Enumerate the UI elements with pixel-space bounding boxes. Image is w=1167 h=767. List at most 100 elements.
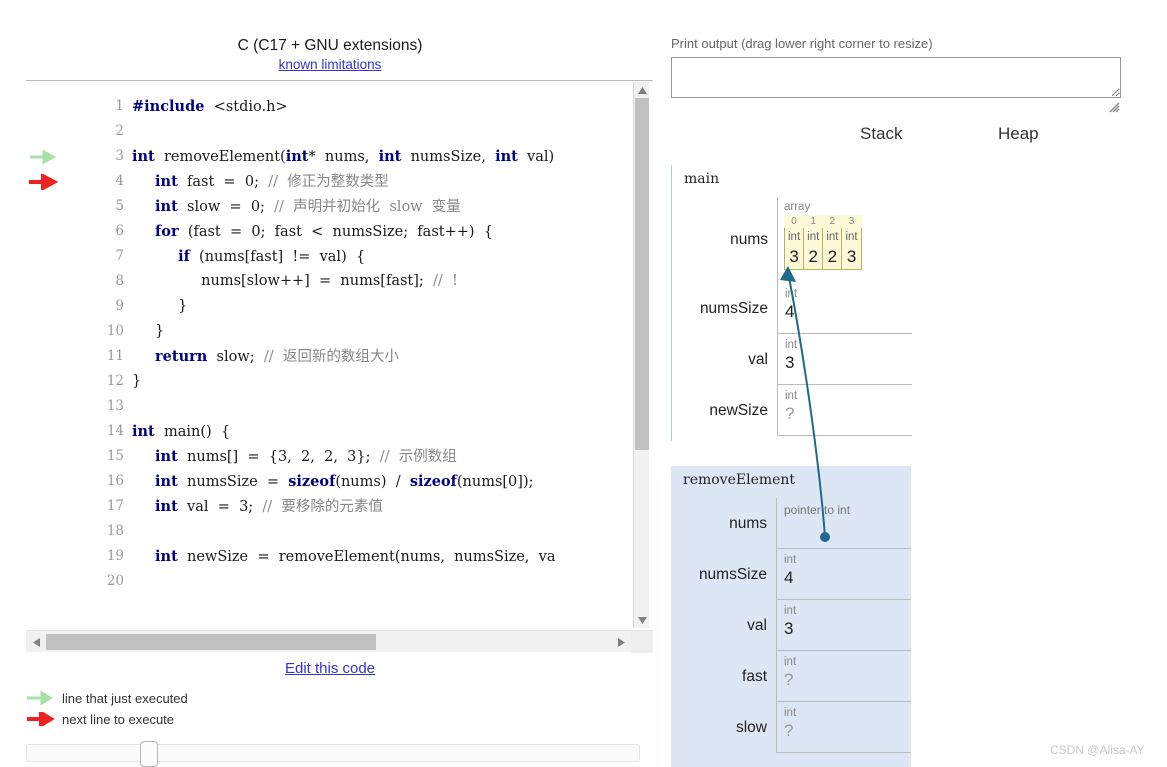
variable-value-numsSize: int 4	[777, 283, 912, 334]
frame-title-main: main	[684, 171, 720, 187]
scroll-down-icon[interactable]	[634, 612, 650, 628]
array-type-cell: int	[841, 228, 862, 245]
code-line[interactable]: 9 }	[66, 294, 633, 319]
code-text: int numsSize = sizeof(nums) / sizeof(num…	[155, 473, 534, 490]
code-line[interactable]: 13	[66, 394, 633, 419]
code-line[interactable]: 15 int nums[] = {3, 2, 2, 3}; // 示例数组	[66, 444, 633, 469]
line-number: 18	[106, 523, 124, 539]
stack-column-label: Stack	[860, 124, 903, 143]
line-number: 10	[106, 323, 124, 339]
code-lines: 1 #include <stdio.h> 2 3 int removeElement(i…	[26, 82, 633, 594]
array-type-cell: int	[783, 228, 805, 245]
value-data: 4	[784, 568, 794, 587]
legend-label-just-executed: line that just executed	[62, 690, 188, 706]
code-line[interactable]: 6 for (fast = 0; fast < numsSize; fast++…	[66, 219, 633, 244]
value-type: int	[784, 554, 797, 566]
code-text: if (nums[fast] != val) {	[178, 248, 366, 265]
array-type-cell: int	[822, 228, 843, 245]
array-type-cell: int	[803, 228, 824, 245]
line-number: 7	[115, 248, 124, 264]
code-line[interactable]: 8 nums[slow++] = nums[fast]; // !	[66, 269, 633, 294]
vertical-scrollbar-thumb[interactable]	[635, 98, 649, 450]
array-value-cell: 3	[841, 245, 862, 270]
value-type: int	[785, 288, 798, 300]
code-line[interactable]: 10 }	[66, 319, 633, 344]
code-line[interactable]: 5 int slow = 0; // 声明并初始化 slow 变量	[66, 194, 633, 219]
language-header: C (C17 + GNU extensions) known limitatio…	[0, 36, 660, 74]
code-line[interactable]: 7 if (nums[fast] != val) {	[66, 244, 633, 269]
line-number: 20	[106, 573, 124, 589]
code-line[interactable]: 20	[66, 569, 633, 594]
array-index-cell: 0	[784, 215, 804, 228]
value-data: 4	[785, 302, 795, 321]
value-type: pointer to int	[784, 503, 851, 517]
code-line[interactable]: 16 int numsSize = sizeof(nums) / sizeof(…	[66, 469, 633, 494]
code-text: int removeElement(int* nums, int numsSiz…	[132, 148, 555, 165]
value-data: 3	[784, 619, 794, 638]
variable-row-val: val int 3	[671, 600, 911, 651]
code-text: nums[slow++] = nums[fast]; // !	[132, 273, 458, 289]
code-line[interactable]: 3 int removeElement(int* nums, int numsSi…	[30, 144, 633, 169]
code-line[interactable]: 1 #include <stdio.h>	[66, 94, 633, 119]
code-text: int main() {	[132, 423, 231, 440]
code-line[interactable]: 2	[66, 119, 633, 144]
line-number: 15	[106, 448, 124, 464]
line-number: 5	[115, 198, 124, 214]
variable-value-numsSize: int 4	[776, 549, 911, 600]
array-type-row: int int int int	[783, 228, 862, 245]
line-number: 9	[115, 298, 124, 314]
language-title: C (C17 + GNU extensions)	[237, 37, 423, 54]
print-output-textarea[interactable]	[671, 57, 1121, 98]
scroll-right-icon[interactable]	[613, 634, 629, 650]
code-line[interactable]: 19 int newSize = removeElement(nums, num…	[66, 544, 633, 569]
code-text: int newSize = removeElement(nums, numsSi…	[155, 548, 556, 565]
known-limitations-link[interactable]: known limitations	[279, 56, 382, 73]
array-type-label: array	[784, 201, 811, 213]
code-viewport[interactable]: 1 #include <stdio.h> 2 3 int removeElement(i…	[26, 82, 633, 628]
horizontal-scrollbar-thumb[interactable]	[46, 634, 376, 650]
line-number: 16	[106, 473, 124, 489]
code-line[interactable]: 12}	[66, 369, 633, 394]
array-index-cell: 2	[822, 215, 842, 228]
edit-this-code-link[interactable]: Edit this code	[0, 660, 660, 677]
variable-name-numsSize: numsSize	[699, 299, 768, 317]
code-line[interactable]: 4 int fast = 0; // 修正为整数类型	[29, 169, 633, 194]
array-index-row: 0 1 2 3	[784, 215, 862, 228]
value-type: int	[784, 656, 797, 668]
watermark: CSDN @Alisa-AY	[1050, 743, 1145, 757]
scroll-up-icon[interactable]	[634, 82, 650, 98]
value-type: int	[785, 339, 798, 351]
slider-handle[interactable]	[140, 741, 158, 767]
code-line[interactable]: 14 int main() {	[66, 419, 633, 444]
green-arrow-icon	[26, 690, 56, 706]
green-arrow-icon	[28, 149, 58, 165]
horizontal-scrollbar[interactable]	[26, 630, 653, 653]
code-text: #include <stdio.h>	[132, 98, 288, 115]
variable-name-nums: nums	[730, 231, 768, 248]
variable-name-val: val	[748, 350, 768, 368]
code-text: return slow; // 返回新的数组大小	[155, 348, 399, 365]
code-text: }	[132, 298, 188, 314]
line-number: 1	[115, 98, 124, 114]
execution-legend: line that just executed next line to exe…	[26, 688, 188, 730]
code-line[interactable]: 18	[66, 519, 633, 544]
variable-row-newSize: newSize int ?	[672, 385, 912, 436]
code-text: int val = 3; // 要移除的元素值	[155, 498, 383, 515]
line-number: 13	[106, 398, 124, 414]
execution-step-slider[interactable]	[26, 741, 640, 767]
array-value-cell: 3	[783, 245, 805, 270]
code-text: }	[132, 323, 165, 339]
vertical-scrollbar[interactable]	[633, 82, 649, 628]
code-line[interactable]: 17 int val = 3; // 要移除的元素值	[66, 494, 633, 519]
heap-column-label: Heap	[998, 124, 1039, 143]
line-number: 8	[115, 273, 124, 289]
line-number: 14	[106, 423, 124, 439]
resize-grip-icon[interactable]	[1108, 100, 1120, 113]
variable-row-val: val int 3	[672, 334, 912, 385]
visualization-pane: Print output (drag lower right corner to…	[660, 0, 1167, 767]
array-index-cell: 1	[803, 215, 823, 228]
variable-name-slow: slow	[735, 718, 767, 736]
scroll-left-icon[interactable]	[28, 634, 44, 650]
variable-name-nums: nums	[729, 514, 767, 532]
code-line[interactable]: 11 return slow; // 返回新的数组大小	[66, 344, 633, 369]
